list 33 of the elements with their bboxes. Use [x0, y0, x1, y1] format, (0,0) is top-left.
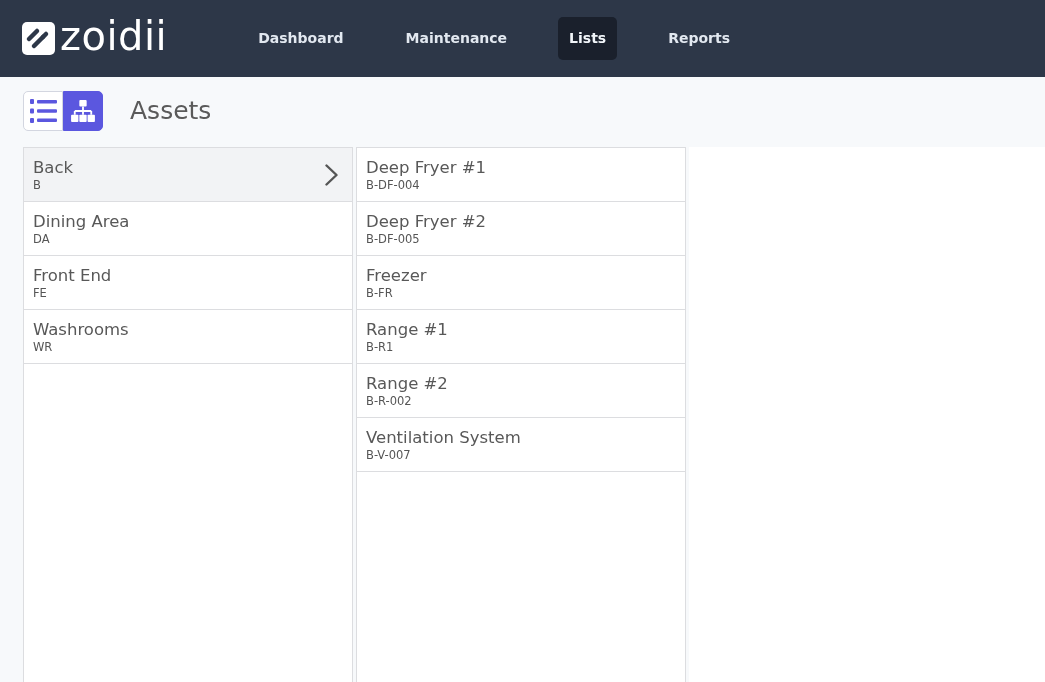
- asset-name: Ventilation System: [366, 427, 522, 448]
- asset-name: Range #1: [366, 319, 449, 340]
- asset-code: B: [33, 178, 42, 192]
- asset-code: B-R-002: [366, 394, 413, 408]
- hierarchy-icon: [71, 100, 95, 122]
- nav-tab[interactable]: Lists: [558, 17, 618, 60]
- asset-name: Range #2: [366, 373, 449, 394]
- asset-code: B-DF-005: [366, 232, 421, 246]
- asset-name: Washrooms: [33, 319, 130, 340]
- asset-name: Deep Fryer #1: [366, 157, 488, 178]
- asset-name: Deep Fryer #2: [366, 211, 488, 232]
- asset-code: FE: [33, 286, 48, 300]
- nav-tab[interactable]: Dashboard: [247, 17, 355, 60]
- asset-name: Back: [33, 157, 75, 178]
- asset-name: Freezer: [366, 265, 428, 286]
- numbered-list-icon: [29, 98, 57, 124]
- asset-code: B-DF-004: [366, 178, 421, 192]
- asset-name: Front End: [33, 265, 113, 286]
- asset-code: WR: [33, 340, 54, 354]
- asset-code: B-R1: [366, 340, 395, 354]
- asset-name: Dining Area: [33, 211, 131, 232]
- brand-name: zoidii: [60, 13, 168, 58]
- tree-view-button[interactable]: [63, 91, 103, 131]
- asset-code: DA: [33, 232, 51, 246]
- list-view-button[interactable]: [23, 91, 63, 131]
- chevron-right-icon: [325, 163, 338, 186]
- asset-code: B-FR: [366, 286, 394, 300]
- logo-mark-icon: [22, 22, 55, 55]
- asset-code: B-V-007: [366, 448, 412, 462]
- page-title: Assets: [130, 95, 212, 127]
- nav-tab[interactable]: Reports: [657, 17, 742, 60]
- nav-tab[interactable]: Maintenance: [394, 17, 519, 60]
- asset-list-item[interactable]: Back B: [24, 148, 352, 202]
